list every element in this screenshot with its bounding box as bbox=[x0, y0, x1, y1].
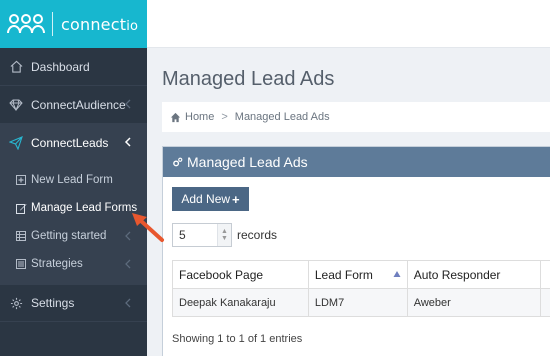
cell-overflow bbox=[540, 288, 550, 317]
sidebar-item-label: ConnectLeads bbox=[31, 135, 109, 150]
sidebar-nav: Dashboard ConnectAudience ConnectLeads bbox=[0, 48, 147, 162]
select-arrows-icon: ▲ ▼ bbox=[217, 224, 231, 246]
sidebar-subitem-label: New Lead Form bbox=[31, 174, 113, 186]
brand-logo[interactable]: connectio bbox=[0, 0, 147, 48]
sidebar-item-settings[interactable]: Settings bbox=[0, 284, 147, 322]
records-per-page-select[interactable]: 5 ▲ ▼ bbox=[172, 223, 232, 247]
sidebar-item-label: Dashboard bbox=[31, 59, 90, 74]
top-header bbox=[147, 0, 550, 48]
table-icon bbox=[15, 230, 27, 242]
breadcrumb-separator: > bbox=[221, 111, 228, 123]
column-header-facebook-page[interactable]: Facebook Page bbox=[172, 260, 309, 289]
plus-icon: + bbox=[232, 191, 240, 207]
cell-facebook-page: Deepak Kanakaraju bbox=[172, 288, 309, 317]
main-content: Managed Lead Ads Home > Managed Lead Ads… bbox=[147, 48, 550, 356]
breadcrumb-home-link[interactable]: Home bbox=[185, 111, 214, 123]
table-header-row: Facebook Page Lead Form Auto Responder bbox=[172, 260, 550, 289]
sidebar-nav-lower: Settings bbox=[0, 284, 147, 322]
table-row[interactable]: Deepak Kanakaraju LDM7 Aweber bbox=[172, 288, 550, 317]
paper-plane-icon bbox=[8, 135, 24, 151]
sidebar-subitem-manage-lead-forms[interactable]: Manage Lead Forms bbox=[0, 194, 147, 222]
sidebar-item-label: ConnectAudience bbox=[31, 97, 126, 112]
sort-ascending-icon bbox=[393, 271, 401, 277]
column-header-lead-form[interactable]: Lead Form bbox=[307, 260, 408, 289]
brand-divider bbox=[52, 12, 53, 36]
sidebar-item-dashboard[interactable]: Dashboard bbox=[0, 48, 147, 86]
add-new-label: Add New bbox=[181, 192, 231, 206]
portlet-header: Managed Lead Ads bbox=[163, 147, 550, 177]
sidebar-subnav: New Lead Form Manage Lead Forms Getting … bbox=[0, 162, 147, 284]
sidebar-item-label: Settings bbox=[31, 296, 75, 310]
chevron-down-icon bbox=[124, 137, 131, 147]
breadcrumb-current: Managed Lead Ads bbox=[234, 111, 330, 123]
sidebar-subitem-getting-started[interactable]: Getting started bbox=[0, 222, 147, 250]
records-per-page-value: 5 bbox=[179, 228, 186, 242]
people-logo-icon bbox=[7, 14, 45, 34]
column-header-label: Lead Form bbox=[314, 267, 373, 282]
list-icon bbox=[15, 258, 27, 270]
page-title: Managed Lead Ads bbox=[162, 68, 335, 90]
chevron-left-icon bbox=[125, 99, 131, 109]
sidebar: connectio Dashboard ConnectAudience Conn… bbox=[0, 0, 147, 356]
diamond-icon bbox=[8, 97, 24, 113]
portlet-title: Managed Lead Ads bbox=[187, 154, 308, 170]
breadcrumb: Home > Managed Lead Ads bbox=[162, 102, 550, 132]
chevron-left-icon bbox=[125, 259, 131, 269]
sidebar-item-connectleads[interactable]: ConnectLeads bbox=[0, 124, 147, 162]
home-icon bbox=[170, 112, 181, 122]
lead-ads-table: Facebook Page Lead Form Auto Responder D… bbox=[172, 260, 550, 317]
cell-lead-form: LDM7 bbox=[307, 288, 408, 317]
sidebar-subitem-label: Manage Lead Forms bbox=[31, 202, 138, 214]
brand-name: connectio bbox=[61, 14, 139, 34]
sidebar-subitem-strategies[interactable]: Strategies bbox=[0, 250, 147, 278]
column-header-auto-responder[interactable]: Auto Responder bbox=[406, 260, 542, 289]
cell-auto-responder: Aweber bbox=[406, 288, 542, 317]
managed-lead-ads-portlet: Managed Lead Ads Add New + 5 ▲ ▼ records … bbox=[162, 146, 550, 356]
column-header-overflow bbox=[540, 260, 550, 289]
plus-square-icon bbox=[15, 174, 27, 186]
add-new-button[interactable]: Add New + bbox=[172, 187, 249, 211]
edit-icon bbox=[15, 202, 27, 214]
sidebar-item-connectaudience[interactable]: ConnectAudience bbox=[0, 86, 147, 124]
home-icon bbox=[8, 59, 24, 75]
records-length-control: 5 ▲ ▼ records bbox=[172, 223, 277, 247]
records-label: records bbox=[237, 228, 278, 242]
cogs-icon bbox=[173, 157, 183, 166]
sidebar-subitem-label: Getting started bbox=[31, 230, 107, 242]
chevron-left-icon bbox=[125, 298, 131, 308]
sidebar-subitem-new-lead-form[interactable]: New Lead Form bbox=[0, 166, 147, 194]
annotation-arrow-icon bbox=[132, 213, 164, 242]
sidebar-subitem-label: Strategies bbox=[31, 258, 83, 270]
gear-icon bbox=[8, 295, 24, 311]
table-info: Showing 1 to 1 of 1 entries bbox=[172, 333, 303, 345]
